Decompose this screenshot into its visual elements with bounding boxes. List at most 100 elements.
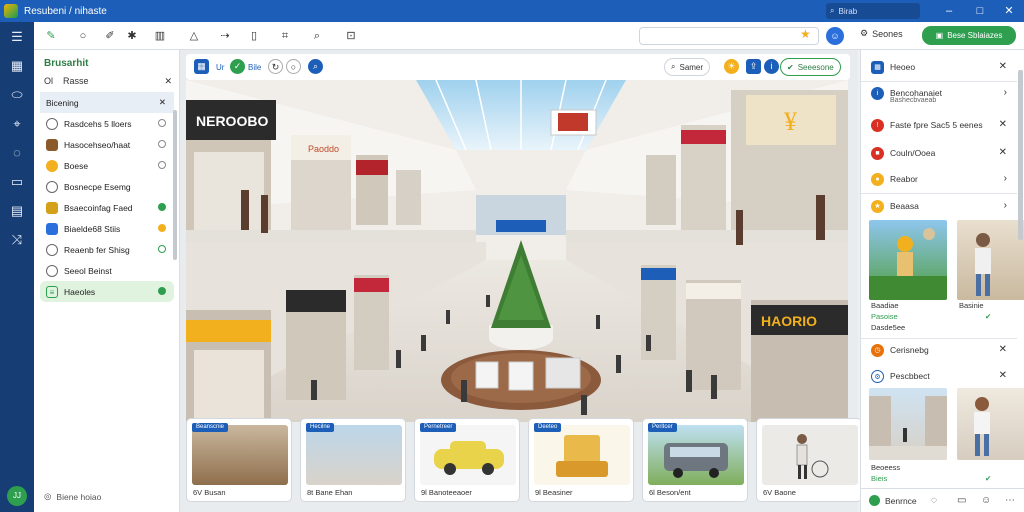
list-item[interactable]: Reaenb fer Shisg [40,239,174,260]
panel-row[interactable]: ◷ Cerisnebg ✕ [861,337,1017,363]
list-item-active[interactable]: ≡ Haeoles [40,281,174,302]
share-icon[interactable]: ⤨ [0,225,34,254]
main-toolbar: ✎ ○ ✐ ✱ ▥ △ ⇢ ▯ ⌗ ⌕ ⊡ ★ ☺ ⚙ Seones ▣ Bes… [34,22,1024,50]
chat-icon[interactable]: ◌ [0,138,34,167]
chat-icon[interactable]: ◌ [931,495,937,506]
circle-icon[interactable]: ○ [286,59,301,74]
panel-row[interactable]: ● Reabor › [861,166,1017,192]
close-icon[interactable]: ✕ [164,76,172,87]
menu-icon[interactable]: ☰ [0,22,34,51]
panel-row[interactable]: ■ Couln/Ooea ✕ [861,140,1017,166]
chevron-icon[interactable]: › [1004,200,1007,211]
panel-row[interactable]: i Bencohanaiet Bashecbvaeab › [861,80,1017,106]
status-dot [158,203,166,211]
thumbnail-card[interactable]: Hecilne 8t Bane Ehan [300,418,406,502]
list-item[interactable]: Hasocehseo/haat [40,134,174,155]
scrollbar[interactable] [1018,70,1023,240]
footer-link[interactable]: Benrnce [885,496,917,506]
close-icon[interactable]: ✕ [159,97,166,108]
info-icon: ◎ [44,491,52,501]
close-icon[interactable]: ✕ [999,119,1007,130]
status-dot [158,140,166,148]
primary-action-button[interactable]: ▣ Bese Sblaiazes [922,26,1016,45]
pen-icon[interactable]: ✎ [42,28,60,44]
clipboard-icon[interactable]: ▯ [245,28,263,44]
panel-row[interactable]: ⚙ Pescbbect ✕ [861,363,1017,389]
panel-list: Bicening ✕ Rasdcehs 5 lloers Hasocehseo/… [40,92,174,302]
circle-icon[interactable]: ○ [74,28,92,44]
sun-icon[interactable]: ☀ [724,59,739,74]
bag-icon [46,159,58,172]
maximize-button[interactable]: □ [972,3,988,19]
save-icon: ▣ [935,31,944,40]
tool-label[interactable]: Ur [216,60,224,74]
user-icon[interactable]: ☺ [981,495,991,506]
document-icon[interactable]: ▤ [0,196,34,225]
export-icon[interactable]: ⊡ [342,28,360,44]
filter-pill[interactable]: ⌕ Samer [664,58,711,76]
tag-icon[interactable]: ⌖ [0,109,34,138]
chevron-icon[interactable]: › [1004,173,1007,184]
comment-icon[interactable]: ▭ [957,495,966,506]
status-pill[interactable]: ✔ Seeesone [780,58,841,76]
magic-icon[interactable]: ✱ [123,28,141,44]
star-icon[interactable]: ★ [800,27,811,41]
zoom-icon[interactable]: ⌕ [306,28,328,44]
search-icon: ⌕ [830,6,835,15]
crop-icon[interactable]: ⌗ [276,28,294,44]
alert-icon: ! [871,118,884,132]
share-icon[interactable]: ⇪ [746,59,761,74]
coin-icon: ● [871,172,884,186]
edit-icon[interactable]: ✐ [101,28,119,44]
close-button[interactable]: ✕ [1001,3,1017,19]
chevron-icon[interactable]: › [1004,87,1007,98]
preview-image[interactable] [869,388,947,460]
circle-icon [46,264,58,277]
grid-icon[interactable]: ▥ [151,28,169,44]
thumbnail-card[interactable]: 6V Baone [756,418,862,502]
list-item[interactable]: Rasdcehs 5 lloers [40,113,174,134]
close-icon[interactable]: ✕ [999,61,1007,72]
more-icon[interactable]: ⋯ [1005,495,1015,506]
minimize-button[interactable]: – [941,3,957,19]
list-item[interactable]: Seeol Beinst [40,260,174,281]
card-caption: Beoeess [871,463,901,472]
person-icon[interactable]: ☺ [826,27,844,45]
calendar-icon[interactable]: ▦ [0,51,34,80]
thumbnail-card[interactable]: Beanscnie 6V Busan [186,418,292,502]
triangle-icon[interactable]: △ [185,28,203,44]
close-icon[interactable]: ✕ [999,370,1007,381]
thumbnail-card[interactable]: Pernetreer 9l Banoteeaoer [414,418,520,502]
panel-row[interactable]: ▦ Heoeo ✕ [861,54,1017,80]
settings-button[interactable]: ⚙ Seones [860,28,903,39]
list-item[interactable]: Bicening ✕ [40,92,174,113]
main-area: ▦ Ur ✓ Bile ↻ ○ ⌕ ⌕ Samer ☀ ⇪ i ✔ Seeeso… [180,50,862,512]
toolbar-search-input[interactable] [639,27,819,45]
title-search-input[interactable]: ⌕ Birab [826,3,920,19]
panel-row[interactable]: ★ Beaasa › [861,193,1017,219]
list-item[interactable]: Bsaecoinfag Faed [40,197,174,218]
image-icon[interactable]: ▭ [0,167,34,196]
tool-label[interactable]: Bile [248,60,261,74]
panel-footer[interactable]: ◎ Biene hoiao [44,491,101,502]
refresh-icon[interactable]: ↻ [268,59,283,74]
thumbnail-card[interactable]: Peritcer 6l Beson/ent [642,418,748,502]
list-item[interactable]: Biaelde68 Stiis [40,218,174,239]
info-icon[interactable]: i [764,59,779,74]
check-icon[interactable]: ✓ [230,59,245,74]
scrollbar[interactable] [173,110,177,260]
list-item[interactable]: Bosnecpe Esemg [40,176,174,197]
close-icon[interactable]: ✕ [999,147,1007,158]
close-icon[interactable]: ✕ [999,344,1007,355]
panel-row[interactable]: ! Faste fpre Sac5 5 eenes ✕ [861,112,1017,138]
zoom-icon[interactable]: ⌕ [308,59,323,74]
list-item[interactable]: Boese [40,155,174,176]
pill-icon[interactable]: ⬭ [0,80,34,109]
preview-image[interactable] [869,220,947,300]
thumbnail-card[interactable]: Deeteo 9l Beasiner [528,418,634,502]
user-avatar[interactable]: JJ [7,486,27,506]
grid-icon[interactable]: ▦ [194,59,209,74]
preview-image[interactable] [957,388,1024,460]
preview-image[interactable] [957,220,1024,300]
redo-icon[interactable]: ⇢ [214,28,236,44]
